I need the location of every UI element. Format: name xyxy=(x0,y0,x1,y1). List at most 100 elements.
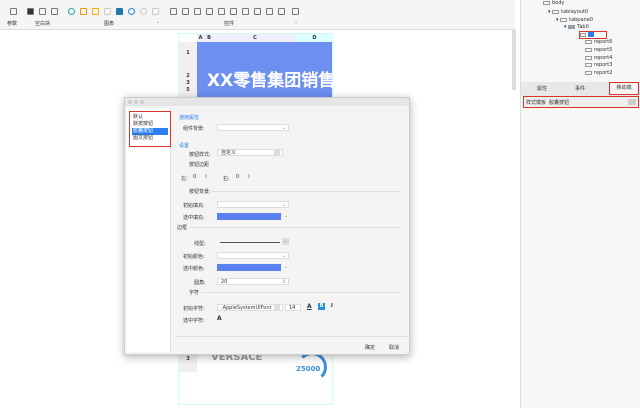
line-chart-icon[interactable] xyxy=(104,8,111,15)
widget-tag-icon[interactable] xyxy=(278,8,285,15)
right-padding-stepper[interactable]: 0 ⇕ xyxy=(233,174,253,181)
tab-events[interactable]: 事件 xyxy=(561,84,599,94)
bar-chart-icon[interactable] xyxy=(80,8,87,15)
bold-button[interactable]: B xyxy=(318,303,325,310)
gauge-icon[interactable] xyxy=(128,8,135,15)
tab-mobile[interactable]: 移动端 xyxy=(609,82,639,95)
border-section-title: 边框 xyxy=(177,225,188,231)
sel-color-label: 选中颜色: xyxy=(183,266,205,272)
widget-date-icon[interactable] xyxy=(218,8,225,15)
button-style-dialog: 默认 默按按钮 胶囊按钮 图文按钮 通用属性 组件背景: ⌄ 设置 按钮样式: … xyxy=(124,97,411,355)
chevron-down-icon[interactable]: ⌄ xyxy=(282,238,289,245)
btn-bg-label: 按钮背景: xyxy=(189,189,211,195)
close-icon[interactable] xyxy=(128,100,132,104)
sel-fill-label: 选中填充: xyxy=(183,215,205,221)
line-type-select[interactable] xyxy=(217,239,281,246)
widget-button-icon[interactable] xyxy=(170,8,177,15)
init-fill-label: 初始填充: xyxy=(183,203,205,209)
area-chart-icon[interactable] xyxy=(116,8,123,15)
scrollbar[interactable] xyxy=(512,30,516,90)
pie-chart-icon[interactable] xyxy=(68,8,75,15)
row-header[interactable]: 1 xyxy=(179,42,197,64)
chevron-down-icon[interactable]: ⌄ xyxy=(294,19,298,25)
column-header[interactable]: A xyxy=(197,34,204,42)
style-template-label: 样式模板 xyxy=(526,100,547,106)
tree-item[interactable]: report6 xyxy=(585,39,612,45)
toolbar: 参数 空白块 图表 ⌄ 控件 ⌄ xyxy=(0,0,515,30)
column-header[interactable]: D xyxy=(296,34,333,42)
tree-item[interactable]: report5 xyxy=(585,47,612,53)
tree-item[interactable]: ▾ Tab0 xyxy=(564,24,589,30)
param-label[interactable]: 参数 xyxy=(7,20,17,27)
tab-properties[interactable]: 属性 xyxy=(523,84,561,94)
widget-text-icon[interactable] xyxy=(182,8,189,15)
maximize-icon[interactable] xyxy=(140,100,144,104)
style-item-default-button[interactable]: 默按按钮 xyxy=(132,121,168,128)
style-list: 默认 默按按钮 胶囊按钮 图文按钮 xyxy=(129,111,171,147)
radius-label: 圆角: xyxy=(194,280,206,286)
style-list-panel: 默认 默按按钮 胶囊按钮 图文按钮 xyxy=(127,108,171,352)
sel-font-color-button[interactable]: A xyxy=(217,315,222,322)
banner-title[interactable]: XX零售集团销售 xyxy=(197,42,332,100)
tree-item[interactable]: ▾ tabpane0 xyxy=(556,17,593,23)
style-template-button[interactable] xyxy=(628,99,636,105)
sel-color-select[interactable] xyxy=(217,264,281,271)
row-header[interactable]: 2 xyxy=(179,64,197,80)
cancel-button[interactable]: 取消 xyxy=(385,344,403,352)
param-icon[interactable] xyxy=(10,8,17,15)
minimize-icon[interactable] xyxy=(134,100,138,104)
blank-block-label[interactable]: 空白块 xyxy=(35,20,50,27)
font-size-select[interactable]: 14 xyxy=(285,304,301,311)
sel-font-label: 选中字符: xyxy=(183,318,205,324)
tree-item[interactable]: report3 xyxy=(585,62,612,68)
italic-button[interactable]: I xyxy=(331,303,333,309)
widget-combo-icon[interactable] xyxy=(194,8,201,15)
init-font-label: 初始字符: xyxy=(183,306,205,312)
sel-fill-select[interactable] xyxy=(217,213,281,220)
dialog-titlebar[interactable] xyxy=(125,98,409,106)
widget-more-icon[interactable] xyxy=(292,8,299,15)
tree-item-selected[interactable] xyxy=(579,31,607,39)
column-chart-icon[interactable] xyxy=(92,8,99,15)
general-section-title: 通用属性 xyxy=(179,115,200,121)
folder-icon[interactable] xyxy=(27,8,34,15)
block-icon[interactable] xyxy=(39,8,46,15)
chevron-down-icon[interactable]: ⌄ xyxy=(284,213,288,219)
scatter-icon[interactable] xyxy=(152,8,159,15)
tree-item[interactable]: body xyxy=(543,0,564,6)
btn-padding-label: 按钮边距 xyxy=(189,162,210,168)
ok-button[interactable]: 确定 xyxy=(361,344,379,352)
radius-stepper[interactable]: 20 ⇕ xyxy=(217,278,289,285)
tree-item[interactable]: report4 xyxy=(585,55,612,61)
row-header[interactable]: 3 xyxy=(179,80,197,87)
settings-section-title: 设置 xyxy=(179,143,190,149)
btn-style-select[interactable]: 自定义 xyxy=(217,149,283,156)
chevron-down-icon[interactable]: ⌄ xyxy=(156,19,160,25)
widget-number-icon[interactable] xyxy=(206,8,213,15)
chart-label[interactable]: 图表 xyxy=(104,20,114,27)
font-color-button[interactable]: A xyxy=(307,303,312,310)
widget-bg-select[interactable]: ⌄ xyxy=(217,124,289,131)
style-template-value[interactable]: 胶囊按钮 xyxy=(549,99,569,106)
widget-checkbox-icon[interactable] xyxy=(230,8,237,15)
widget-tree-icon[interactable] xyxy=(266,8,273,15)
widget-radio-icon[interactable] xyxy=(242,8,249,15)
tree-item[interactable]: ▾ tablayout0 xyxy=(548,9,588,15)
radar-icon[interactable] xyxy=(140,8,147,15)
init-color-select[interactable]: ⌄ xyxy=(217,252,289,259)
widget-label[interactable]: 控件 xyxy=(224,20,234,27)
tree-item[interactable]: report2 xyxy=(585,70,612,76)
style-item-image-text[interactable]: 图文按钮 xyxy=(132,135,168,142)
chevron-down-icon[interactable]: ⌄ xyxy=(284,264,288,270)
left-padding-stepper[interactable]: 0 ⇕ xyxy=(190,174,210,181)
style-item-default[interactable]: 默认 xyxy=(132,114,168,121)
style-item-capsule[interactable]: 胶囊按钮 xyxy=(132,128,168,135)
column-header[interactable]: C xyxy=(214,34,296,42)
right-padding-label: 右: xyxy=(223,176,230,182)
font-family-select[interactable]: .AppleSystemUIFont xyxy=(217,304,283,311)
init-fill-select[interactable]: ⌄ xyxy=(217,201,289,208)
row-header[interactable]: 3 xyxy=(179,352,197,372)
table-icon[interactable] xyxy=(51,8,58,15)
column-header[interactable]: B xyxy=(204,34,214,42)
widget-list-icon[interactable] xyxy=(254,8,261,15)
